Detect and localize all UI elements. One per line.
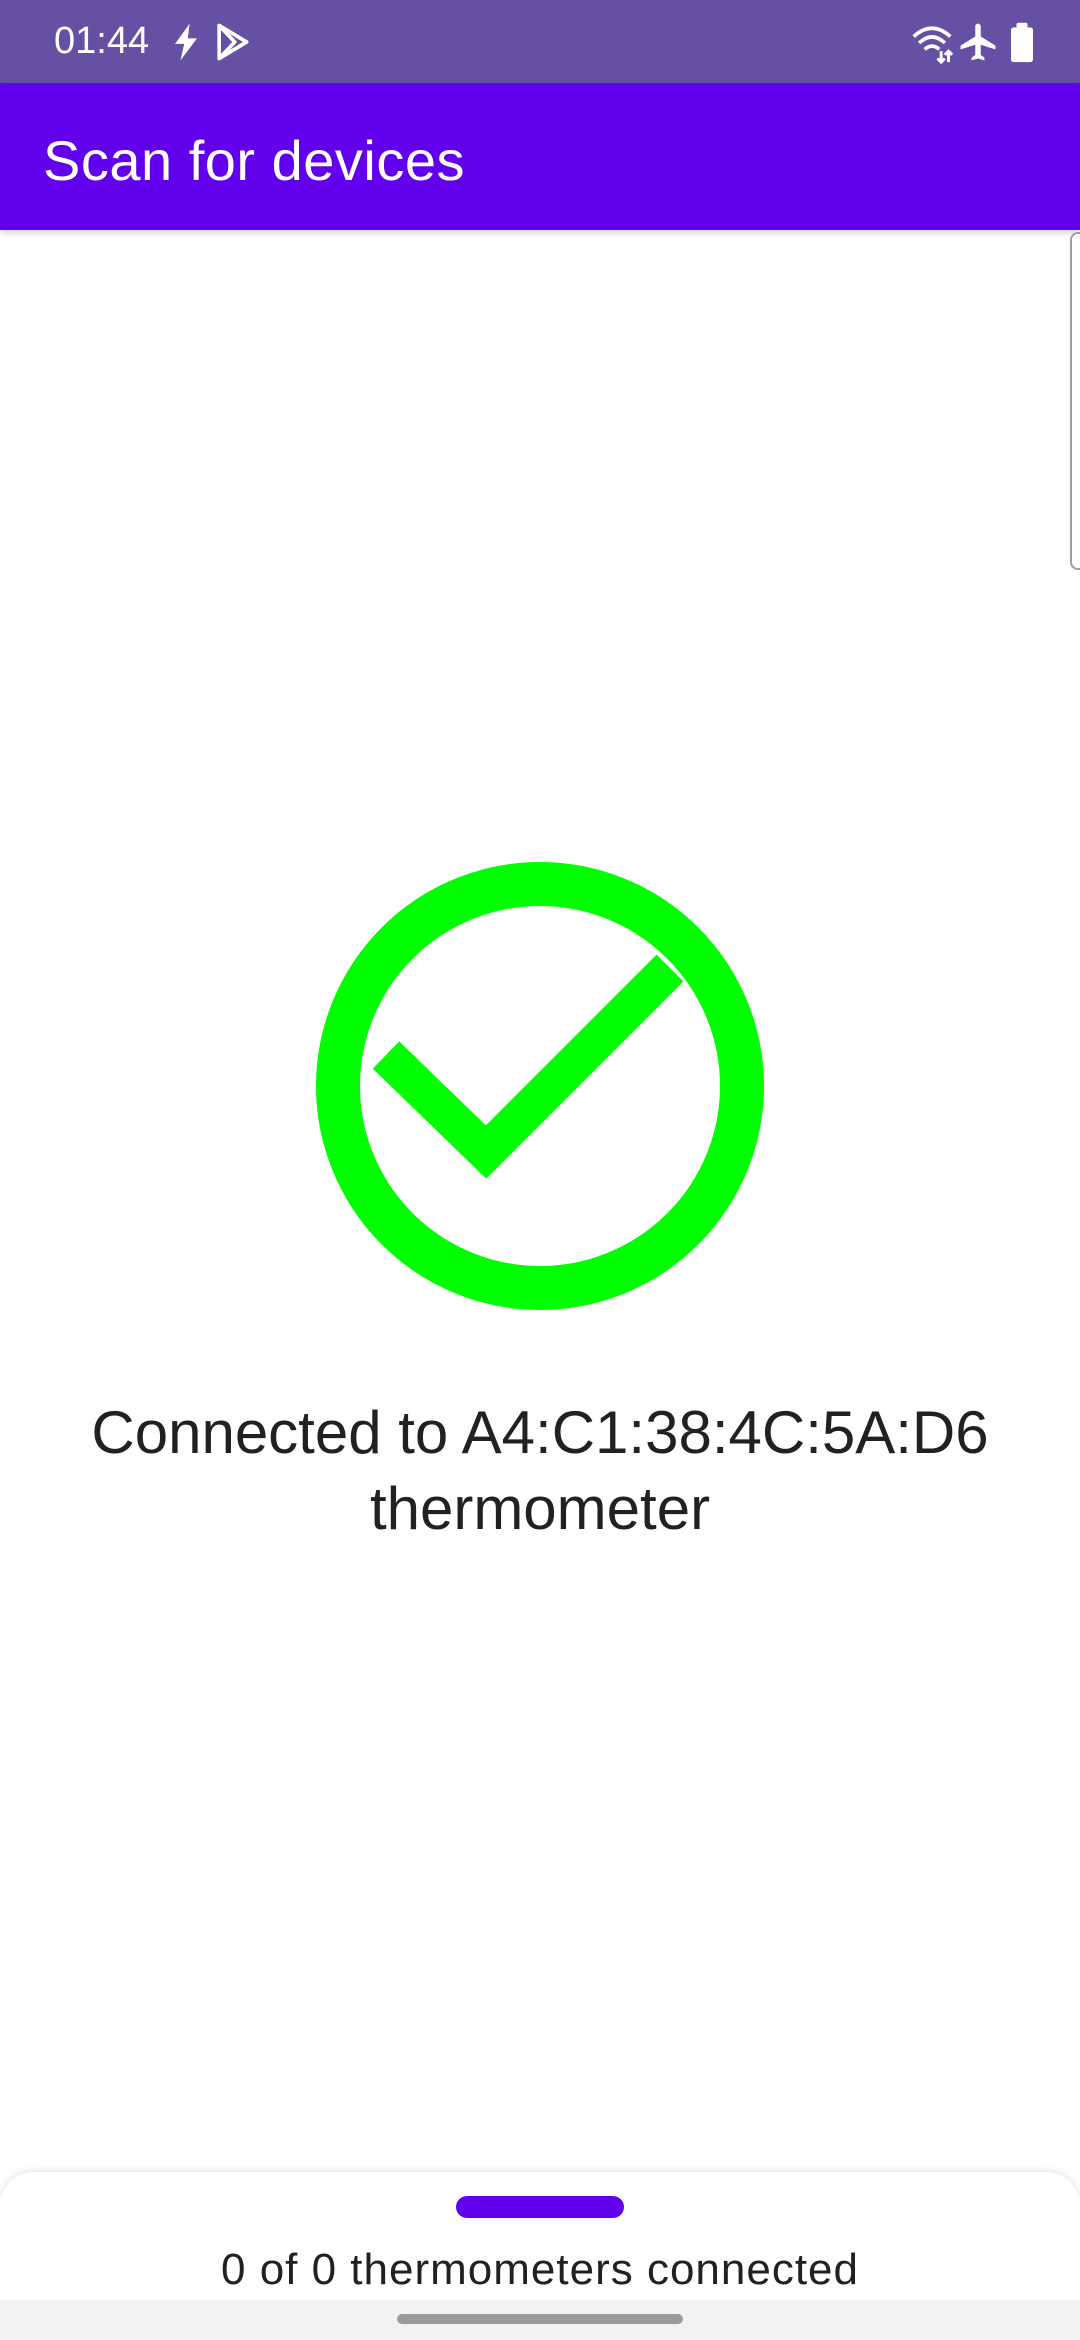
connection-status-message: Connected to A4:C1:38:4C:5A:D6 thermomet… [40,1395,1040,1547]
connection-status-line-2: thermometer [369,1475,711,1542]
home-gesture-handle[interactable] [397,2314,683,2324]
connection-status-line-1: Connected to A4:C1:38:4C:5A:D6 [91,1399,989,1466]
check-circle-icon [314,860,766,1312]
status-time: 01:44 [54,20,150,62]
thermometer-count-text: 0 of 0 thermometers connected [221,2245,859,2294]
battery-icon [1000,20,1044,64]
play-store-icon [210,20,254,64]
wifi-icon [910,20,954,64]
flash-icon [164,20,208,64]
app-bar: Scan for devices [0,83,1080,230]
status-bar: 01:44 [0,0,1080,83]
system-navigation-bar [0,2300,1080,2340]
edge-panel-handle[interactable] [1070,232,1080,570]
page-title: Scan for devices [43,129,465,192]
bottom-sheet-drag-handle[interactable] [456,2196,624,2218]
airplane-icon [956,20,1000,64]
